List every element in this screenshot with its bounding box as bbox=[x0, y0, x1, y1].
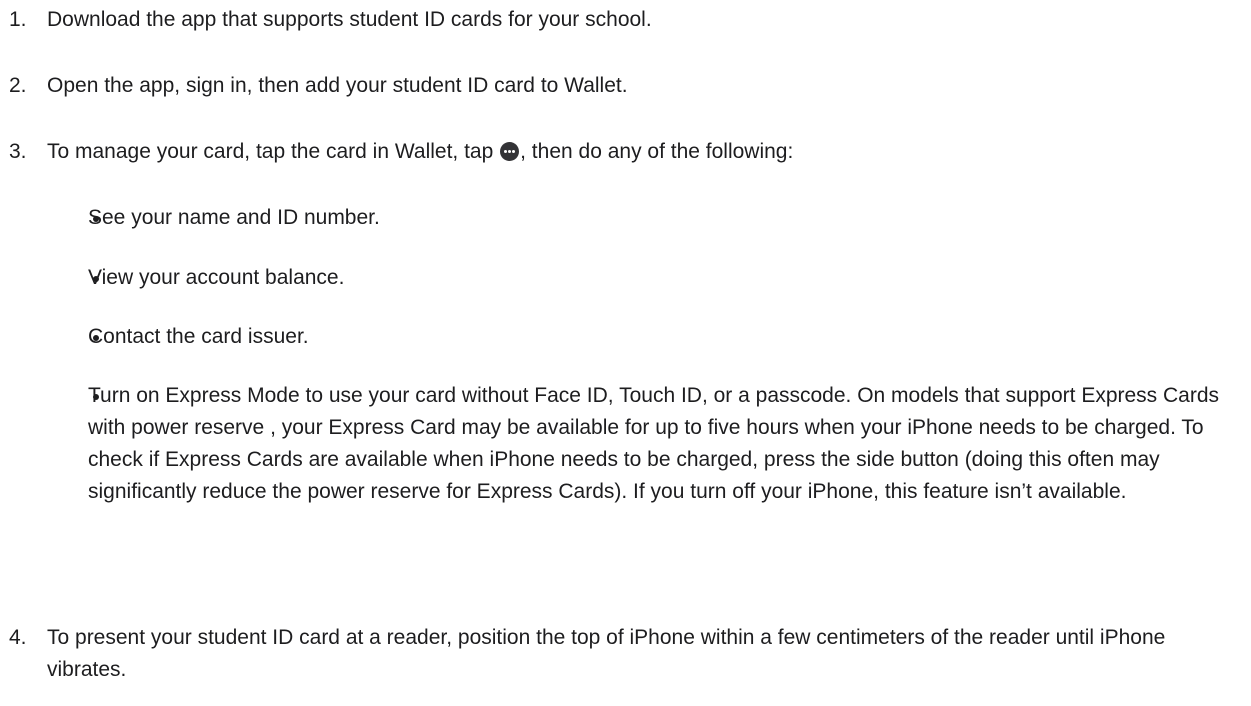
step-text: To present your student ID card at a rea… bbox=[47, 626, 1166, 681]
list-item: Turn on Express Mode to use your card wi… bbox=[83, 380, 1231, 508]
step-text-after: , then do any of the following: bbox=[520, 140, 794, 163]
step-4: 4. To present your student ID card at a … bbox=[9, 622, 1231, 686]
step-text: Download the app that supports student I… bbox=[47, 8, 652, 31]
step-2: 2. Open the app, sign in, then add your … bbox=[9, 70, 1231, 102]
bullet-dot bbox=[93, 335, 99, 341]
step-1: 1. Download the app that supports studen… bbox=[9, 4, 1231, 36]
instructions-document: 1. Download the app that supports studen… bbox=[0, 0, 1251, 706]
list-item-text: Contact the card issuer. bbox=[88, 325, 309, 348]
list-item: Contact the card issuer. bbox=[83, 321, 1231, 353]
bullet-dot bbox=[93, 216, 99, 222]
bullet-dot bbox=[93, 276, 99, 282]
bullet-dot bbox=[93, 394, 99, 400]
step-number: 2. bbox=[9, 74, 27, 97]
step-text: To manage your card, tap the card in Wal… bbox=[47, 136, 1231, 168]
step-3: 3. To manage your card, tap the card in … bbox=[9, 136, 1231, 168]
list-item-text: See your name and ID number. bbox=[88, 206, 380, 229]
list-item-text: View your account balance. bbox=[88, 266, 345, 289]
step-number: 3. bbox=[9, 140, 27, 163]
list-item: See your name and ID number. bbox=[83, 202, 1231, 234]
list-item-text: Turn on Express Mode to use your card wi… bbox=[88, 384, 1220, 503]
step-text: Open the app, sign in, then add your stu… bbox=[47, 74, 628, 97]
list-item: View your account balance. bbox=[83, 262, 1231, 294]
step-number: 1. bbox=[9, 8, 27, 31]
more-icon bbox=[500, 142, 520, 161]
step-text-before: To manage your card, tap the card in Wal… bbox=[47, 140, 500, 163]
step-number: 4. bbox=[9, 626, 27, 649]
